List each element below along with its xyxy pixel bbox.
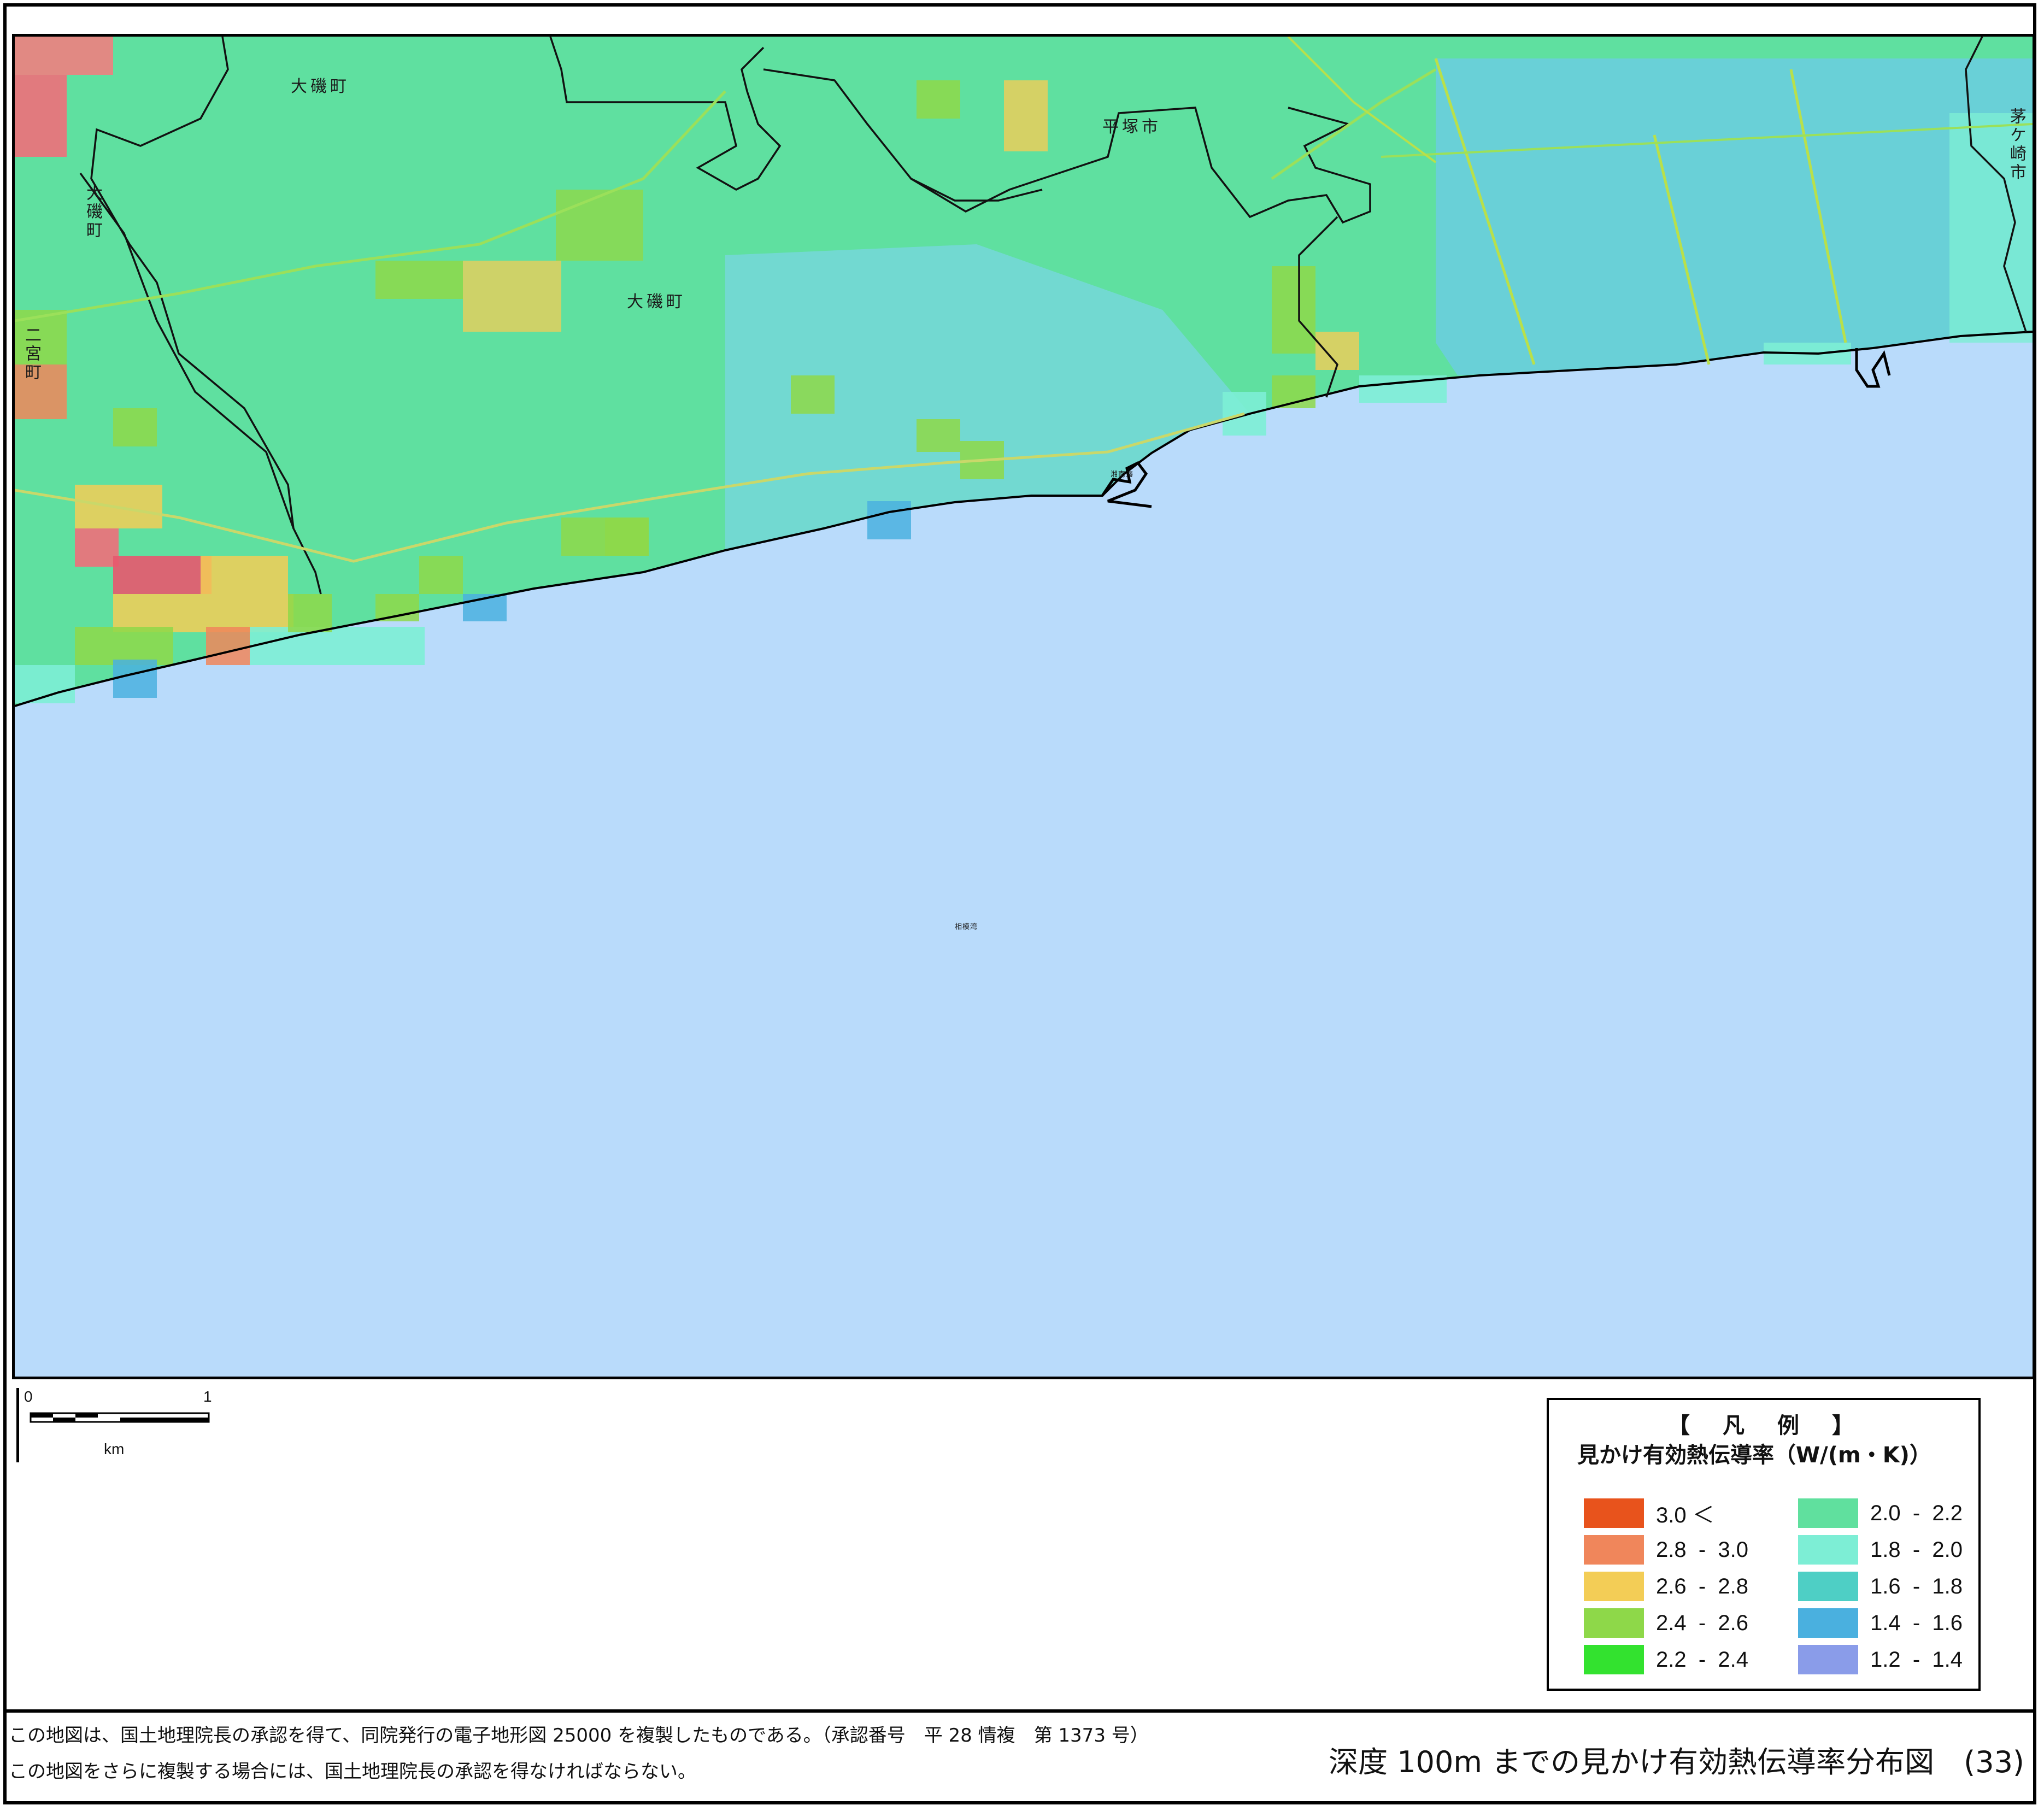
- scale-bar-graphic: [30, 1412, 210, 1423]
- map-title: 深度 100m までの見かけ有効熱伝導率分布図 (33): [1329, 1745, 2024, 1779]
- legend-item: 2.0 - 2.2: [1798, 1498, 1963, 1528]
- legend-item: 2.2 - 2.4: [1584, 1645, 1748, 1674]
- place-label-ninomiya: 二宮町: [22, 326, 41, 382]
- legend-label: 2.4 - 2.6: [1656, 1610, 1748, 1635]
- legend-label: 2.6 - 2.8: [1656, 1574, 1748, 1598]
- place-label-oiso-1: 大磯町: [291, 77, 350, 96]
- urban-area: [1436, 58, 2033, 375]
- legend-swatch: [1584, 1645, 1644, 1674]
- place-label-oiso-3: 大磯町: [83, 184, 102, 240]
- legend-label: 1.6 - 1.8: [1870, 1574, 1963, 1598]
- legend-label: 1.2 - 1.4: [1870, 1647, 1963, 1672]
- place-label-harbor: 湘南海: [1111, 471, 1134, 479]
- legend-swatch: [1584, 1572, 1644, 1601]
- legend-label: 1.4 - 1.6: [1870, 1610, 1963, 1635]
- place-label-oiso-2: 大磯町: [627, 292, 686, 311]
- map-canvas: [15, 37, 2033, 1377]
- legend-swatch: [1798, 1535, 1858, 1565]
- legend-swatch: [1798, 1608, 1858, 1638]
- place-label-hiratsuka: 平塚市: [1102, 117, 1161, 137]
- legend-item: 1.8 - 2.0: [1798, 1535, 1963, 1565]
- legend-item: 2.6 - 2.8: [1584, 1572, 1748, 1601]
- legend-label: 3.0 ＜: [1656, 1503, 1714, 1527]
- scale-bar: 0 1 km: [16, 1388, 235, 1465]
- scale-tick-0: 0: [24, 1388, 33, 1405]
- map-view[interactable]: 大磯町 大磯町 平塚市 大磯町 二宮町 茅ケ崎市 湘南海 相模湾: [12, 34, 2035, 1379]
- legend-swatch: [1798, 1572, 1858, 1601]
- scale-tick-1: 1: [203, 1388, 212, 1405]
- legend-swatch: [1584, 1498, 1644, 1528]
- legend-item: 3.0 ＜: [1584, 1498, 1714, 1528]
- footer-divider: [3, 1709, 2036, 1713]
- copyright-note-2: この地図をさらに複製する場合には、国土地理院長の承認を得なければならない。: [9, 1761, 696, 1783]
- legend-label: 1.8 - 2.0: [1870, 1537, 1963, 1562]
- legend-item: 1.4 - 1.6: [1798, 1608, 1963, 1638]
- legend-label: 2.8 - 3.0: [1656, 1537, 1748, 1562]
- copyright-note-1: この地図は、国土地理院長の承認を得て、同院発行の電子地形図 25000 を複製し…: [9, 1725, 1149, 1747]
- legend-item: 2.4 - 2.6: [1584, 1608, 1748, 1638]
- legend-item: 2.8 - 3.0: [1584, 1535, 1748, 1565]
- sea-label: 相模湾: [955, 923, 978, 931]
- legend-label: 2.0 - 2.2: [1870, 1501, 1963, 1525]
- legend-item: 1.2 - 1.4: [1798, 1645, 1963, 1674]
- legend-title: 【 凡 例 】: [1668, 1413, 1859, 1438]
- legend-swatch: [1584, 1608, 1644, 1638]
- scale-unit: km: [104, 1440, 125, 1457]
- legend-swatch: [1584, 1535, 1644, 1565]
- legend-swatch: [1798, 1645, 1858, 1674]
- legend-label: 2.2 - 2.4: [1656, 1647, 1748, 1672]
- legend-subtitle: 見かけ有効熱伝導率（W/(m・K)）: [1577, 1443, 1931, 1468]
- legend-swatch: [1798, 1498, 1858, 1528]
- legend: 【 凡 例 】 見かけ有効熱伝導率（W/(m・K)） 3.0 ＜ 2.8 - 3…: [1547, 1398, 1981, 1691]
- place-label-chigasaki: 茅ケ崎市: [2007, 108, 2026, 182]
- legend-item: 1.6 - 1.8: [1798, 1572, 1963, 1601]
